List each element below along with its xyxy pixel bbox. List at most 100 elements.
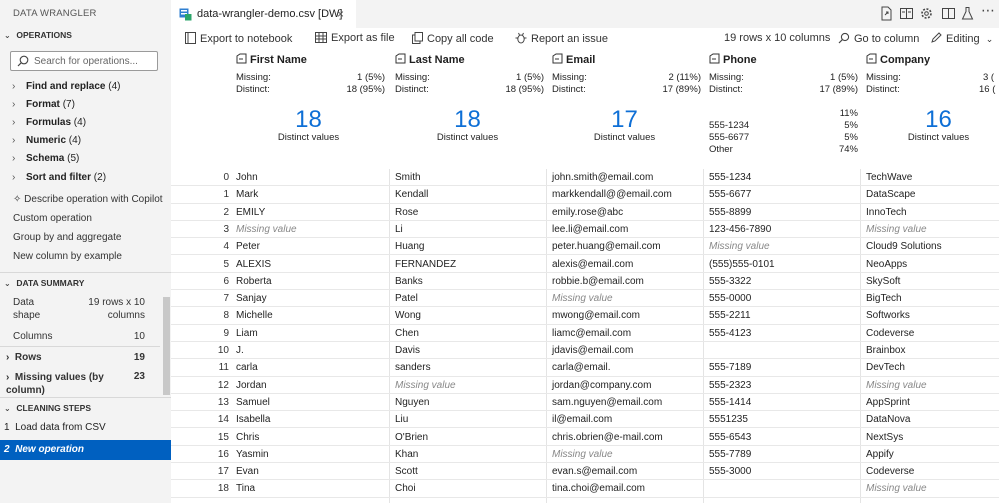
table-cell[interactable]: jdavis@email.com xyxy=(546,342,703,359)
table-cell[interactable]: O'Brien xyxy=(389,429,546,446)
table-cell[interactable]: Chris xyxy=(230,429,389,446)
sidebar-scrollbar[interactable] xyxy=(163,297,170,395)
table-cell[interactable]: J. xyxy=(230,342,389,359)
table-cell[interactable]: ALEXIS xyxy=(230,256,389,273)
table-cell[interactable]: 555-1234 xyxy=(703,169,860,186)
table-cell[interactable]: 555-2323 xyxy=(703,377,860,394)
table-cell[interactable]: markkendall@@email.com xyxy=(546,186,703,203)
table-row[interactable]: 3 Missing value Li lee.li@email.com 123-456-… xyxy=(171,221,999,239)
table-cell[interactable]: evan.s@email.com xyxy=(546,463,703,480)
table-cell[interactable]: lee.li@email.com xyxy=(546,221,703,238)
table-cell[interactable]: Smith xyxy=(389,169,546,186)
table-cell[interactable]: John xyxy=(230,169,389,186)
column-header-company[interactable]: Company Missing: 3 ( Distinct: 16 ( 16 D… xyxy=(860,52,999,168)
data-grid[interactable]: 0 John Smith john.smith@email.com 555-1234 Te… xyxy=(171,169,999,503)
op-group-numeric[interactable]: › Numeric (4) xyxy=(0,132,171,150)
table-cell[interactable]: Yasmin xyxy=(230,446,389,463)
table-cell[interactable]: Evan xyxy=(230,463,389,480)
table-row[interactable]: 10 J. Davis jdavis@email.com Brainbox xyxy=(171,342,999,360)
table-cell[interactable]: 555-4123 xyxy=(703,325,860,342)
table-cell[interactable]: Rose xyxy=(389,204,546,221)
table-cell[interactable]: Scott xyxy=(389,463,546,480)
table-cell[interactable]: Missing value xyxy=(860,377,999,394)
report-issue-button[interactable]: Report an issue xyxy=(515,32,608,45)
table-row[interactable]: 6 Roberta Banks robbie.b@email.com 555-3322 S… xyxy=(171,273,999,291)
table-cell[interactable]: Missing value xyxy=(546,290,703,307)
copy-all-code-button[interactable]: Copy all code xyxy=(412,32,494,45)
table-cell[interactable]: Liu xyxy=(389,411,546,428)
table-cell[interactable]: FERNANDEZ xyxy=(389,256,546,273)
table-cell[interactable]: Isabella xyxy=(230,411,389,428)
table-cell[interactable]: mwong@email.com xyxy=(546,307,703,324)
op-group-formulas[interactable]: › Formulas (4) xyxy=(0,114,171,132)
table-cell[interactable]: Wong xyxy=(389,307,546,324)
op-group-schema[interactable]: › Schema (5) xyxy=(0,150,171,168)
cleaning-step-2[interactable]: 2 New operation xyxy=(0,440,171,460)
table-cell[interactable]: Chen xyxy=(389,325,546,342)
table-cell[interactable]: 555-7789 xyxy=(703,446,860,463)
table-cell[interactable]: DevTech xyxy=(860,359,999,376)
table-cell[interactable]: peter.huang@email.com xyxy=(546,238,703,255)
table-cell[interactable]: john.smith@email.com xyxy=(546,169,703,186)
table-cell[interactable]: InnoTech xyxy=(860,204,999,221)
table-cell[interactable]: carla xyxy=(230,359,389,376)
table-cell[interactable]: AppSprint xyxy=(860,394,999,411)
table-row[interactable]: 8 Michelle Wong mwong@email.com 555-2211 Soft… xyxy=(171,307,999,325)
data-summary-section-header[interactable]: ⌄ DATA SUMMARY xyxy=(0,275,171,291)
column-header-email[interactable]: Email Missing: 2 (11%) Distinct: 17 (89%… xyxy=(546,52,703,168)
table-row[interactable]: 7 Sanjay Patel Missing value 555-0000 BigTech xyxy=(171,290,999,308)
table-cell[interactable]: Codeverse xyxy=(860,463,999,480)
table-cell[interactable]: 555-7189 xyxy=(703,359,860,376)
table-cell[interactable]: 555-3322 xyxy=(703,273,860,290)
table-row[interactable]: 17 Evan Scott evan.s@email.com 555-3000 Codev… xyxy=(171,463,999,481)
table-cell[interactable] xyxy=(703,480,860,497)
table-cell[interactable]: Missing value xyxy=(230,221,389,238)
table-cell[interactable]: Tina xyxy=(230,480,389,497)
table-cell[interactable]: carla@email. xyxy=(546,359,703,376)
column-header-first-name[interactable]: First Name Missing: 1 (5%) Distinct: 18 … xyxy=(230,52,387,168)
table-cell[interactable]: alexis@email.com xyxy=(546,256,703,273)
table-row[interactable]: 14 Isabella Liu il@email.com 5551235 DataNova xyxy=(171,411,999,429)
table-cell[interactable]: Brainbox xyxy=(860,342,999,359)
cleaning-step-1[interactable]: 1 Load data from CSV xyxy=(0,418,171,438)
table-cell[interactable]: 555-1414 xyxy=(703,394,860,411)
export-as-file-button[interactable]: Export as file xyxy=(315,32,395,44)
table-cell[interactable]: NeoApps xyxy=(860,256,999,273)
table-cell[interactable]: Michelle xyxy=(230,307,389,324)
table-cell[interactable]: 555-6543 xyxy=(703,429,860,446)
table-cell[interactable]: BigTech xyxy=(860,290,999,307)
table-cell[interactable]: 123-456-7890 xyxy=(703,221,860,238)
table-cell[interactable]: Missing value xyxy=(389,377,546,394)
table-cell[interactable]: 555-2211 xyxy=(703,307,860,324)
go-to-column-button[interactable]: Go to column xyxy=(838,32,919,45)
gear-icon[interactable] xyxy=(919,6,934,21)
close-icon[interactable]: × xyxy=(337,0,344,28)
search-input[interactable] xyxy=(34,54,154,68)
table-cell[interactable]: Mark xyxy=(230,186,389,203)
table-cell[interactable]: DataScape xyxy=(860,186,999,203)
export-to-notebook-button[interactable]: Export to notebook xyxy=(185,32,292,45)
table-row[interactable]: 18 Tina Choi tina.choi@email.com Missing val… xyxy=(171,480,999,498)
table-cell[interactable]: il@email.com xyxy=(546,411,703,428)
op-group-sort-filter[interactable]: › Sort and filter (2) xyxy=(0,169,171,187)
table-cell[interactable]: SkySoft xyxy=(860,273,999,290)
table-cell[interactable]: chris.obrien@e-mail.com xyxy=(546,429,703,446)
table-row[interactable]: 9 Liam Chen liamc@email.com 555-4123 Codevers… xyxy=(171,325,999,342)
open-file-icon[interactable] xyxy=(879,6,894,21)
table-cell[interactable]: 5551235 xyxy=(703,411,860,428)
table-cell[interactable]: Nguyen xyxy=(389,394,546,411)
table-row[interactable]: 13 Samuel Nguyen sam.nguyen@email.com 555-14… xyxy=(171,394,999,412)
table-cell[interactable]: Sanjay xyxy=(230,290,389,307)
table-cell[interactable]: Samuel xyxy=(230,394,389,411)
table-cell[interactable]: Missing value xyxy=(860,480,999,497)
table-cell[interactable]: Appify xyxy=(860,446,999,463)
table-row[interactable]: 12 Jordan Missing value jordan@company.com 5… xyxy=(171,377,999,394)
table-cell[interactable]: tina.choi@email.com xyxy=(546,480,703,497)
table-cell[interactable]: 555-3000 xyxy=(703,463,860,480)
table-row[interactable]: 2 EMILY Rose emily.rose@abc 555-8899 InnoTech xyxy=(171,204,999,221)
tab-data-wrangler-demo[interactable]: data-wrangler-demo.csv [DW] × xyxy=(171,0,356,28)
new-column-by-example[interactable]: New column by example xyxy=(13,248,122,266)
table-cell[interactable]: Khan xyxy=(389,446,546,463)
table-cell[interactable]: Roberta xyxy=(230,273,389,290)
table-cell[interactable]: jordan@company.com xyxy=(546,377,703,394)
